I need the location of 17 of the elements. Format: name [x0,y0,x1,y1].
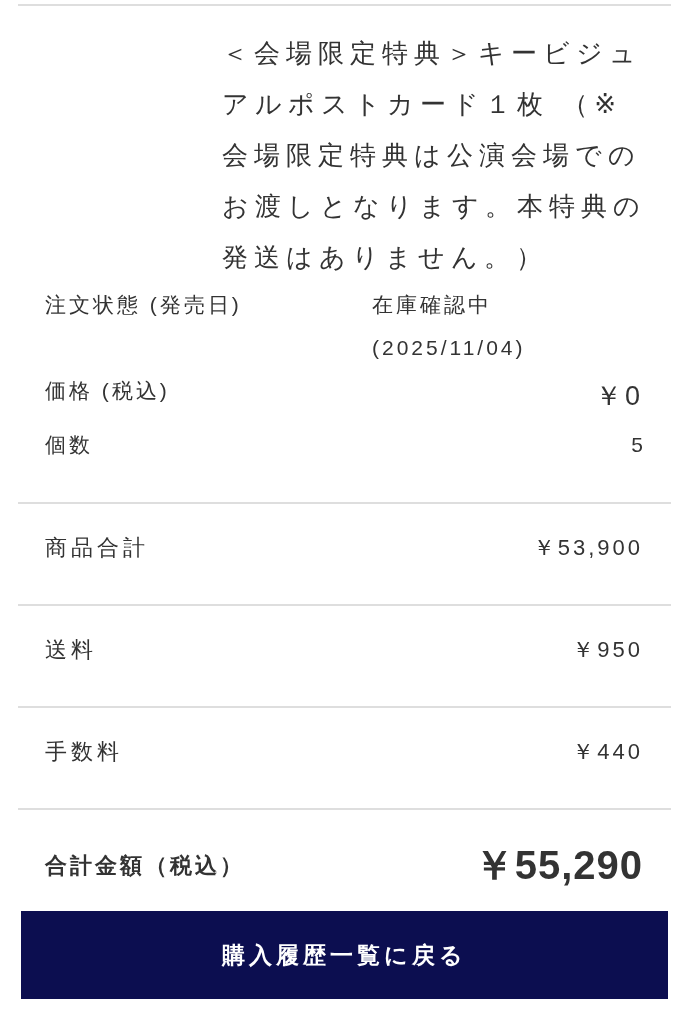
detail-label: 個数 [45,432,93,458]
summary-label: 手数料 [45,738,123,766]
order-status: 在庫確認中 [372,292,493,318]
detail-label: 注文状態 (発売日) [45,292,243,318]
total-label: 合計金額（税込） [45,851,245,880]
quantity-value: 5 [631,432,643,458]
product-description: ＜会場限定特典＞キービジュアルポストカード１枚 （※会場限定特典は公演会場でのお渡しとなります。本特典の発送はありません。） [222,37,647,274]
summary-label: 商品合計 [45,534,149,562]
back-to-history-button[interactable]: 購入履歴一覧に戻る [21,911,668,999]
release-date: (2025/11/04) [372,335,526,361]
summary-amount: ￥440 [572,738,643,766]
price-value: ￥0 [594,380,643,413]
total-amount: ￥55,290 [473,843,643,887]
detail-label: 価格 (税込) [45,378,170,404]
summary-label: 送料 [45,636,97,664]
summary-amount: ￥950 [572,636,643,664]
summary-amount: ￥53,900 [532,534,643,562]
